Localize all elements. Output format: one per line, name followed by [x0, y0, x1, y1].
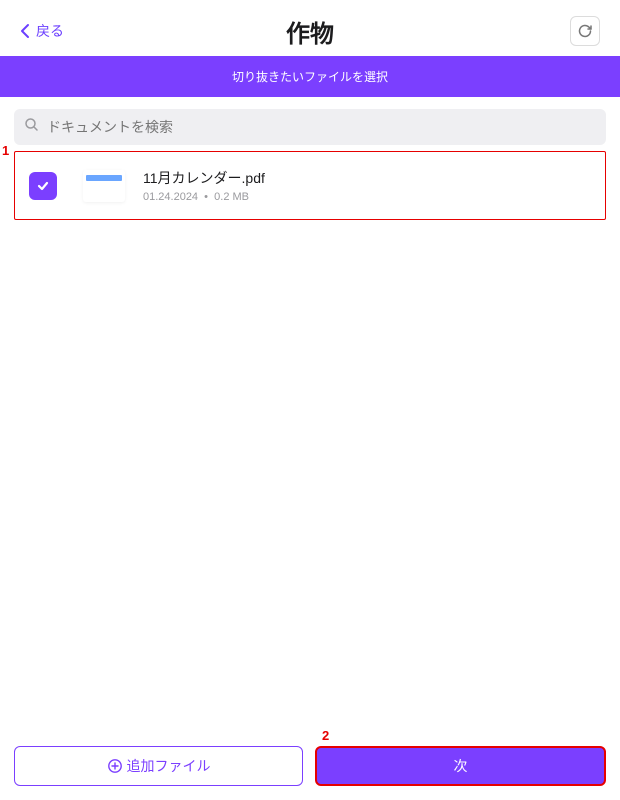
page-title: 作物	[286, 14, 334, 49]
file-thumbnail	[83, 170, 125, 202]
next-label: 次	[454, 756, 468, 776]
refresh-button[interactable]	[570, 16, 600, 46]
next-button[interactable]: 次	[315, 746, 606, 786]
file-name: 11月カレンダー.pdf	[143, 168, 265, 188]
add-file-button[interactable]: 追加ファイル	[14, 746, 303, 786]
search-bar[interactable]	[14, 109, 606, 145]
search-input[interactable]	[47, 119, 596, 135]
refresh-icon	[577, 23, 593, 39]
check-icon	[36, 179, 50, 193]
back-button[interactable]: 戻る	[20, 21, 64, 41]
plus-circle-icon	[107, 758, 123, 774]
chevron-left-icon	[20, 23, 30, 39]
file-meta: 01.24.2024 • 0.2 MB	[143, 191, 265, 203]
annotation-label-2: 2	[322, 728, 329, 743]
annotation-box-1: 11月カレンダー.pdf 01.24.2024 • 0.2 MB	[14, 151, 606, 220]
file-checkbox[interactable]	[29, 172, 57, 200]
file-list-item[interactable]: 11月カレンダー.pdf 01.24.2024 • 0.2 MB	[15, 156, 605, 215]
annotation-label-1: 1	[2, 143, 9, 158]
add-file-label: 追加ファイル	[127, 756, 211, 776]
instruction-banner: 切り抜きたいファイルを選択	[0, 56, 620, 97]
search-icon	[24, 117, 39, 137]
back-label: 戻る	[36, 21, 64, 41]
